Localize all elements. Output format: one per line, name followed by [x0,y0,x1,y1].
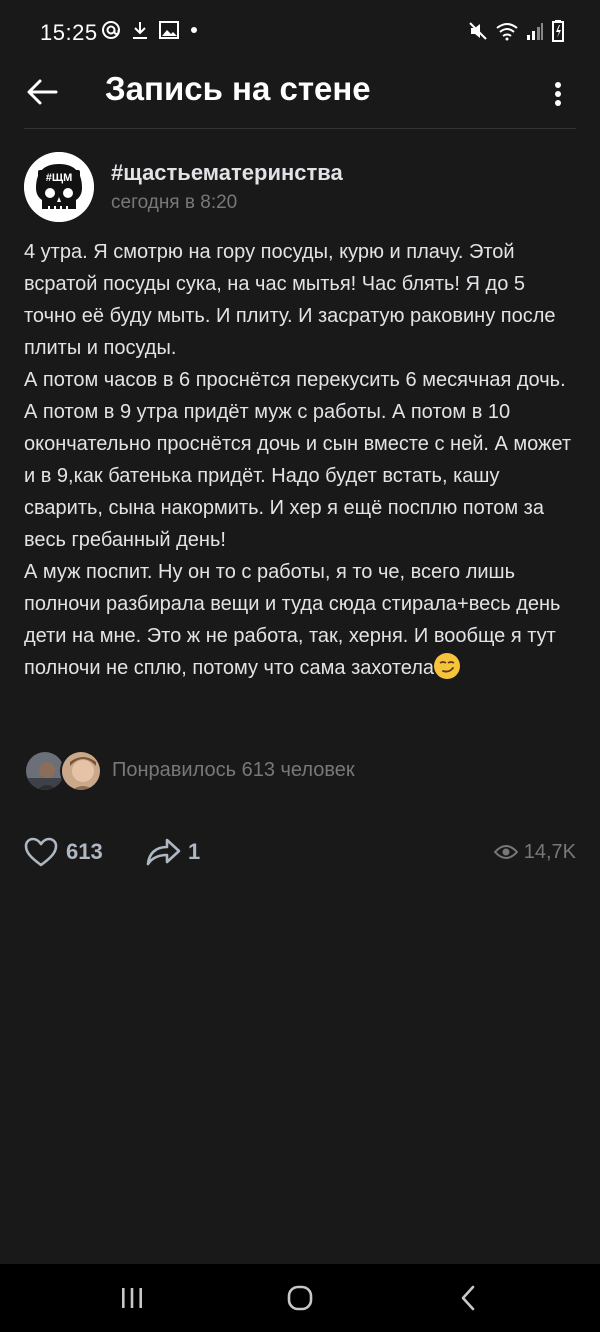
community-avatar[interactable]: #ЩМ [24,152,94,222]
at-icon [102,21,120,39]
post-text: 4 утра. Я смотрю на гору посуды, курю и … [24,236,576,684]
nav-back-button[interactable] [448,1282,488,1314]
image-icon [159,21,179,39]
post-body: 4 утра. Я смотрю на гору посуды, курю и … [24,241,572,679]
skull-logo-icon: #ЩМ [24,152,94,222]
status-time: 15:25 [40,20,98,45]
author-name[interactable]: #щастьематеринства [111,160,343,186]
page-title: Запись на стене [105,70,371,107]
post-author-block: #ЩМ #щастьематеринства сегодня в 8:20 [24,152,576,222]
back-chevron-icon [461,1285,475,1311]
liker-avatar [60,750,102,792]
system-navigation-bar [0,1264,600,1332]
heart-icon [24,837,58,867]
dot-icon [191,27,197,33]
likes-summary[interactable]: Понравилось 613 человек [24,750,576,792]
views-count: 14,7K [523,840,576,863]
post-date: сегодня в 8:20 [111,192,238,213]
status-bar: 15:25 [0,0,600,66]
share-button[interactable]: 1 [146,834,200,870]
more-vertical-icon [555,82,561,106]
share-arrow-icon [146,838,181,866]
like-count: 613 [66,839,103,864]
views-counter: 14,7K [493,834,576,870]
like-button[interactable]: 613 [24,834,103,870]
app-header: Запись на стене [0,66,600,130]
signal-icon [527,23,543,40]
eye-icon [493,845,518,859]
svg-text:#ЩМ: #ЩМ [46,172,73,184]
recents-button[interactable] [112,1282,152,1314]
post-actions: 613 1 14,7K [24,834,576,874]
more-options-button[interactable] [538,74,578,114]
battery-icon [552,20,564,42]
back-button[interactable] [22,72,62,112]
likes-text: Понравилось 613 человек [112,759,355,781]
recents-icon [122,1288,142,1308]
download-icon [133,22,147,39]
home-icon [287,1285,313,1311]
status-system-icons [468,20,564,42]
mute-icon [469,22,487,40]
share-count: 1 [188,839,201,864]
wifi-icon [496,23,518,41]
status-notification-icons [101,20,199,40]
arrow-left-icon [27,79,58,105]
smirking-face-emoji [434,653,461,679]
header-divider [24,128,576,129]
home-button[interactable] [280,1282,320,1314]
